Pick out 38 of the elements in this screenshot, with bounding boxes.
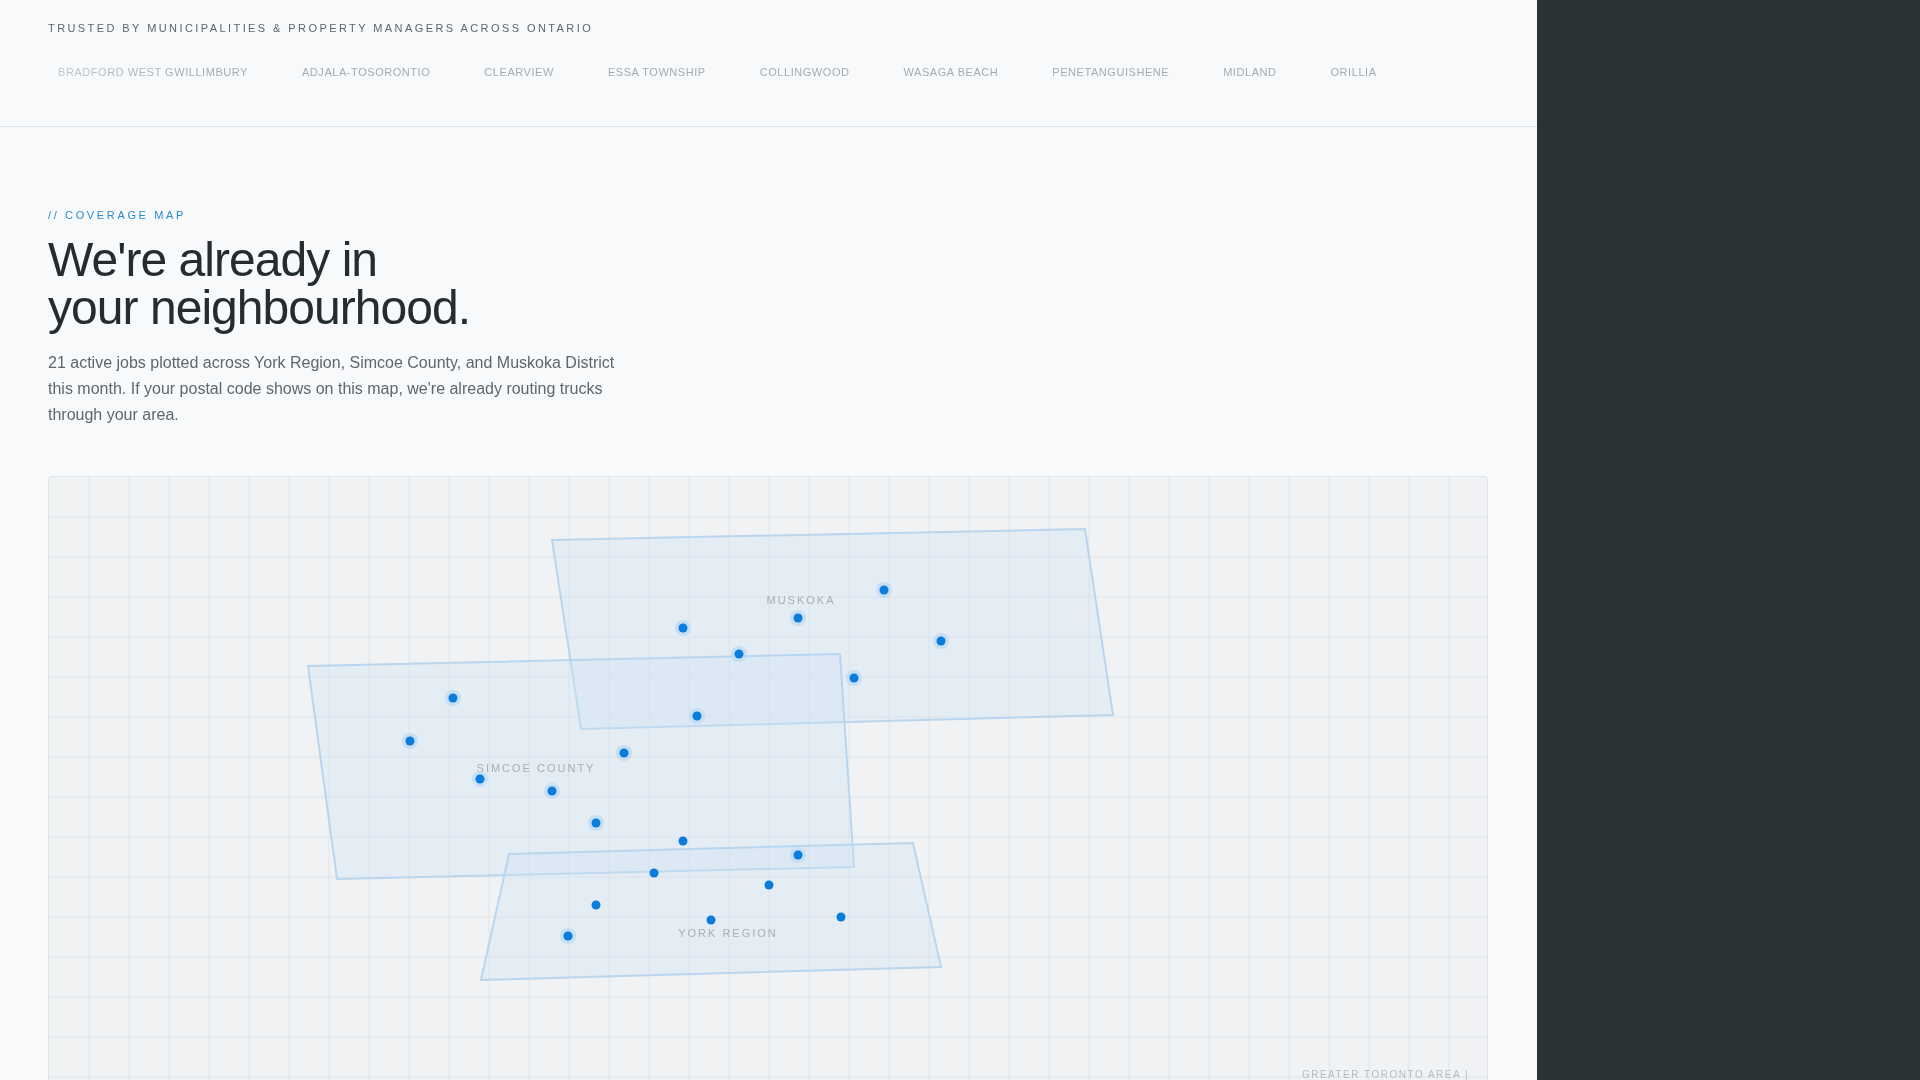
section-heading: We're already in your neighbourhood. (48, 235, 472, 332)
job-pin (649, 868, 659, 877)
client-name: PENETANGUISHENE (1052, 64, 1170, 80)
job-pin (616, 744, 632, 761)
job-pin (706, 915, 716, 924)
client-name: CLEARVIEW (484, 64, 554, 80)
client-name: ADJALA-TOSORONTIO (302, 64, 431, 80)
job-pin (544, 782, 560, 799)
client-name: ORILLIA (1330, 64, 1377, 80)
job-pin (472, 770, 488, 787)
job-pin (731, 645, 747, 662)
client-name: BRADFORD WEST GWILLIMBURY (58, 64, 248, 80)
client-name: MIDLAND (1223, 64, 1277, 80)
job-pin (591, 900, 601, 909)
region-label: YORK REGION (678, 926, 778, 939)
section-description: 21 active jobs plotted across York Region, Simcoe County, and Muskoka District this month. If your postal code shows on this map, we're already routing trucks through your area. (48, 352, 616, 425)
job-pin (933, 632, 949, 649)
section-eyebrow: // COVERAGE MAP (48, 208, 187, 223)
client-name: COLLINGWOOD (759, 64, 850, 80)
client-name: WASAGA BEACH (903, 64, 999, 80)
job-pin (836, 912, 846, 921)
job-pin (675, 619, 691, 636)
job-pin (846, 669, 862, 686)
job-pin (402, 732, 418, 749)
job-pin (876, 581, 892, 598)
job-pin (560, 927, 576, 944)
job-pin (764, 880, 774, 889)
job-pin (678, 836, 688, 845)
job-pin (790, 846, 806, 863)
client-name: ESSA TOWNSHIP (607, 64, 706, 80)
trust-heading: TRUSTED BY MUNICIPALITIES & PROPERTY MANAGERS ACROSS ONTARIO (48, 21, 595, 36)
job-pin (790, 609, 806, 626)
job-pin (588, 814, 604, 831)
region-label: SIMCOE COUNTY (476, 761, 596, 774)
area-label: GREATER TORONTO AREA | (1301, 1068, 1469, 1080)
job-pin (689, 707, 705, 724)
job-pin (445, 689, 461, 706)
region-label: MUSKOKA (766, 593, 836, 606)
